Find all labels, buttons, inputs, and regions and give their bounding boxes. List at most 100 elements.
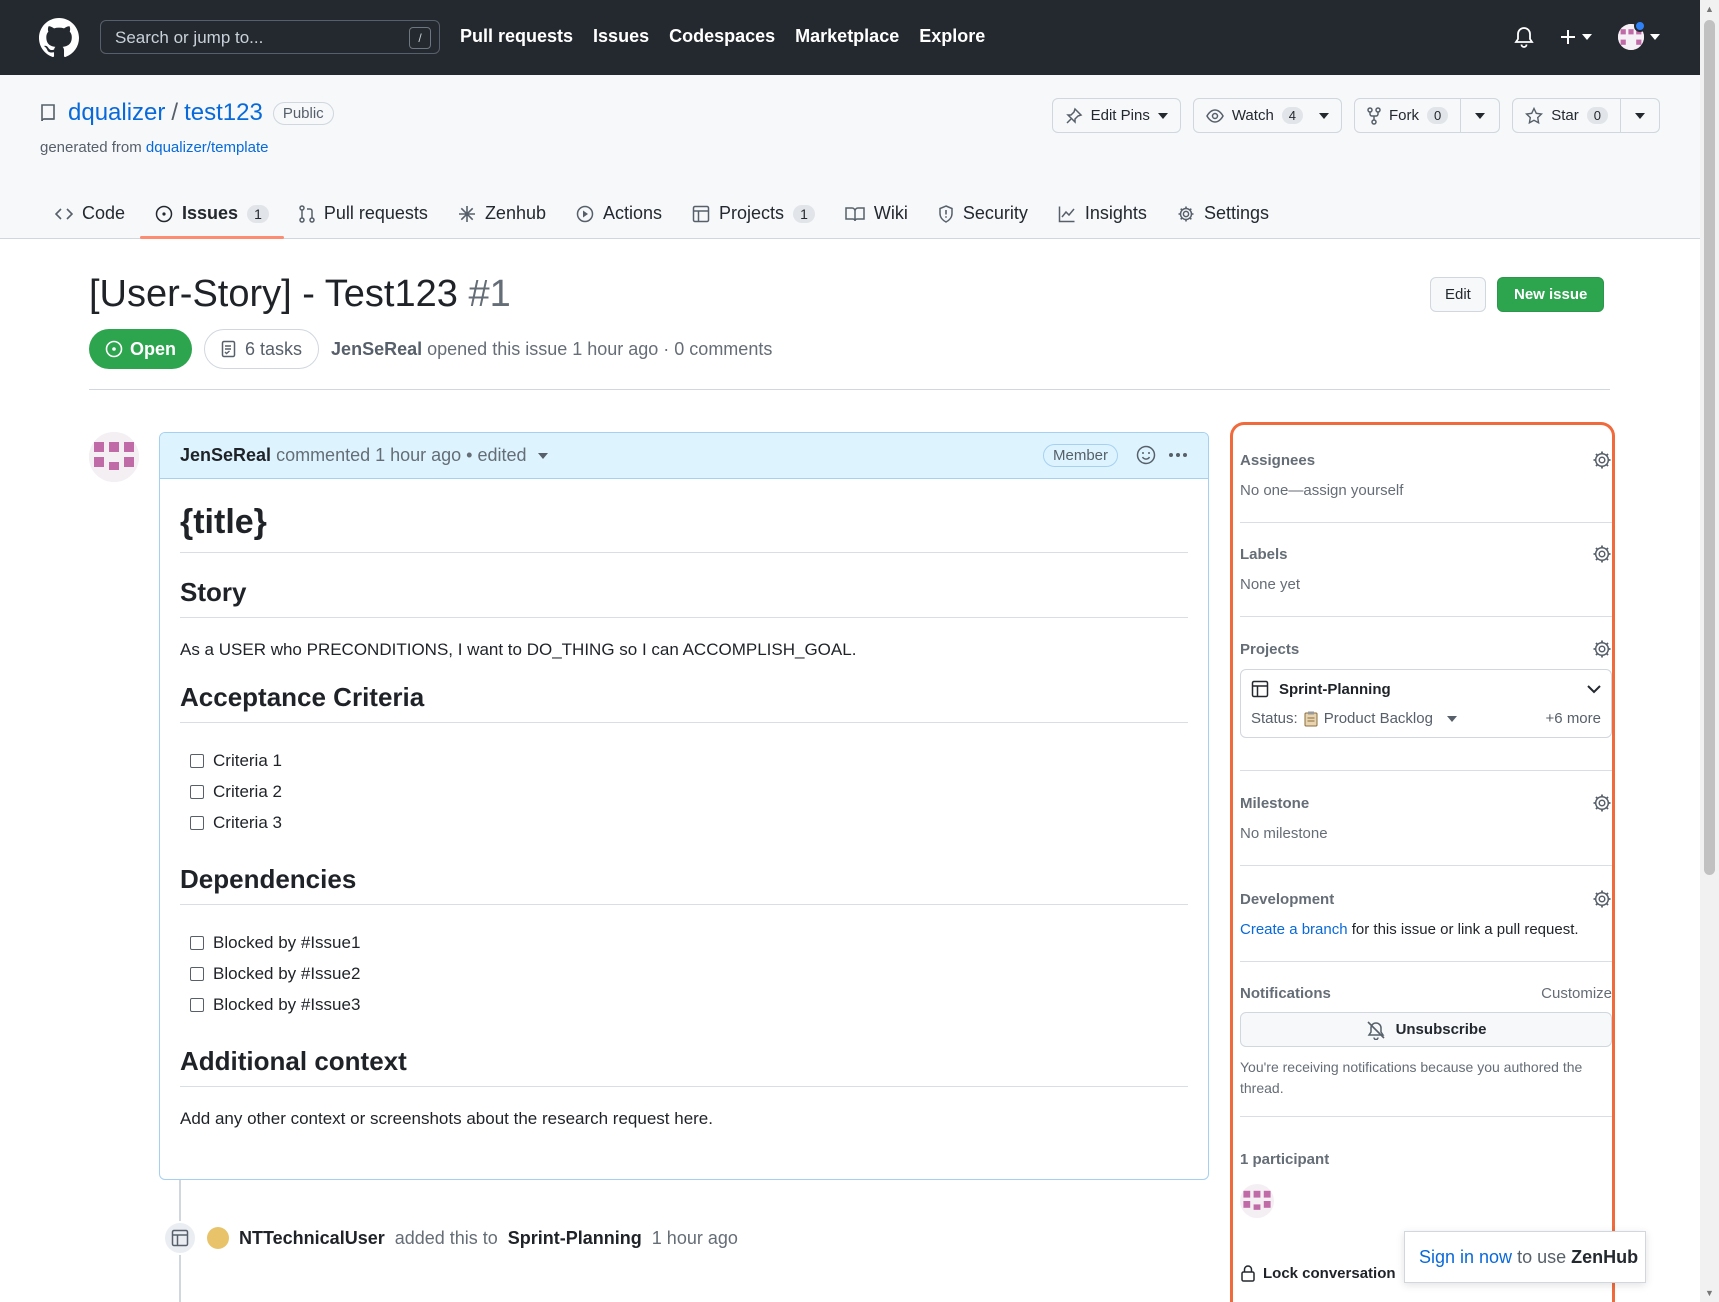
checklist-icon — [221, 340, 236, 358]
scroll-down-icon[interactable]: ▼ — [1705, 1288, 1714, 1298]
gear-icon[interactable] — [1592, 793, 1612, 813]
event-actor[interactable]: NTTechnicalUser — [239, 1228, 385, 1249]
shield-icon — [939, 204, 953, 223]
project-status[interactable]: Product Backlog — [1324, 710, 1433, 727]
vertical-scrollbar[interactable]: ▲ ▼ — [1700, 0, 1719, 1302]
tab-issues[interactable]: Issues 1 — [140, 188, 284, 239]
gear-icon — [1178, 206, 1194, 221]
event-target[interactable]: Sprint-Planning — [508, 1228, 642, 1249]
repo-title: dqualizer / test123 Public — [40, 99, 334, 127]
tab-settings[interactable]: Settings — [1162, 188, 1284, 239]
issue-author[interactable]: JenSeReal — [331, 339, 422, 359]
watch-button[interactable]: Watch 4 — [1192, 98, 1343, 133]
gear-icon[interactable] — [1592, 450, 1612, 470]
task-item: Criteria 1 — [180, 745, 1188, 776]
gear-icon[interactable] — [1592, 544, 1612, 564]
comment-body: {title} Story As a USER who PRECONDITION… — [160, 479, 1208, 1175]
dependencies-heading: Dependencies — [180, 864, 1188, 905]
status-dot — [1634, 20, 1646, 32]
chevron-down-icon[interactable] — [1587, 684, 1601, 694]
fork-dropdown[interactable] — [1461, 98, 1501, 133]
nav-marketplace[interactable]: Marketplace — [795, 26, 899, 47]
star-group: Star 0 — [1512, 98, 1660, 133]
issue-sidebar: Assignees No one—assign yourself Labels … — [1230, 422, 1615, 1302]
nav-pull-requests[interactable]: Pull requests — [460, 26, 573, 47]
gear-icon[interactable] — [1592, 889, 1612, 909]
create-branch-link[interactable]: Create a branch — [1240, 921, 1348, 938]
development-section: Development Create a branch for this iss… — [1240, 889, 1612, 962]
scroll-up-icon[interactable]: ▲ — [1705, 4, 1714, 14]
comment-header: JenSeReal commented 1 hour ago • edited … — [160, 433, 1208, 479]
edit-title-button[interactable]: Edit — [1430, 277, 1486, 312]
clipboard-icon — [1304, 711, 1318, 726]
divider — [89, 389, 1610, 390]
star-icon — [1525, 106, 1544, 124]
table-icon — [163, 1221, 197, 1255]
task-item: Criteria 3 — [180, 807, 1188, 838]
nav-explore[interactable]: Explore — [919, 26, 985, 47]
task-checkbox[interactable] — [190, 815, 204, 830]
assignees-value[interactable]: No one—assign yourself — [1240, 482, 1612, 499]
issue-title: [User-Story] - Test123 #1 — [89, 273, 511, 315]
tab-insights[interactable]: Insights — [1043, 188, 1162, 239]
tab-wiki[interactable]: Wiki — [830, 188, 923, 239]
avatar[interactable] — [89, 432, 139, 482]
avatar[interactable] — [1240, 1184, 1274, 1218]
new-issue-button[interactable]: New issue — [1497, 277, 1605, 312]
smiley-icon[interactable] — [1136, 445, 1156, 465]
repo-tabs: Code Issues 1 Pull requests Zenhub Actio… — [40, 188, 1284, 239]
unsubscribe-button[interactable]: Unsubscribe — [1240, 1012, 1612, 1047]
search-input[interactable]: Search or jump to... / — [100, 20, 440, 54]
user-menu[interactable] — [1618, 20, 1660, 50]
more-fields-link[interactable]: +6 more — [1546, 710, 1601, 727]
acceptance-heading: Acceptance Criteria — [180, 682, 1188, 723]
nav-issues[interactable]: Issues — [593, 26, 649, 47]
avatar[interactable] — [207, 1227, 229, 1249]
tasks-progress[interactable]: 6 tasks — [204, 329, 320, 369]
fork-group: Fork 0 — [1354, 98, 1501, 133]
project-name[interactable]: Sprint-Planning — [1279, 681, 1391, 698]
tab-actions[interactable]: Actions — [561, 188, 677, 239]
gear-icon[interactable] — [1592, 639, 1612, 659]
template-link[interactable]: dqualizer/template — [146, 139, 269, 156]
create-new-dropdown[interactable] — [1560, 29, 1592, 45]
star-dropdown[interactable] — [1621, 98, 1660, 133]
project-card: Sprint-Planning Status: Product Backlog … — [1240, 669, 1612, 738]
kebab-horizontal-icon[interactable] — [1168, 452, 1188, 458]
scrollbar-thumb[interactable] — [1704, 20, 1715, 875]
book-icon — [845, 206, 865, 221]
global-nav: Pull requests Issues Codespaces Marketpl… — [460, 26, 985, 47]
task-checkbox[interactable] — [190, 935, 204, 950]
tab-code[interactable]: Code — [40, 188, 140, 239]
tab-projects[interactable]: Projects 1 — [677, 188, 830, 239]
repo-owner-link[interactable]: dqualizer — [68, 99, 165, 127]
edit-pins-button[interactable]: Edit Pins — [1051, 98, 1181, 133]
context-heading: Additional context — [180, 1046, 1188, 1087]
task-checkbox[interactable] — [190, 966, 204, 981]
tab-zenhub[interactable]: Zenhub — [443, 188, 561, 239]
bell-icon[interactable] — [1514, 26, 1534, 48]
customize-link[interactable]: Customize — [1541, 985, 1612, 1002]
nav-codespaces[interactable]: Codespaces — [669, 26, 775, 47]
task-checkbox[interactable] — [190, 784, 204, 799]
status-dropdown[interactable] — [1446, 715, 1457, 722]
comment-author[interactable]: JenSeReal — [180, 445, 271, 466]
edit-history-dropdown[interactable] — [537, 452, 548, 459]
zenhub-signin-link[interactable]: Sign in now — [1419, 1247, 1512, 1268]
tab-security[interactable]: Security — [923, 188, 1043, 239]
task-item: Blocked by #Issue2 — [180, 958, 1188, 989]
repo-name-link[interactable]: test123 — [184, 99, 263, 127]
lock-conversation-button[interactable]: Lock conversation — [1240, 1264, 1396, 1282]
fork-button[interactable]: Fork 0 — [1354, 98, 1462, 133]
issues-count: 1 — [247, 204, 269, 223]
task-checkbox[interactable] — [190, 753, 204, 768]
development-value: Create a branch for this issue or link a… — [1240, 921, 1579, 938]
github-logo-icon[interactable] — [39, 18, 79, 58]
star-count: 0 — [1586, 107, 1608, 124]
search-shortcut-hint: / — [409, 27, 431, 49]
pin-icon — [1065, 107, 1083, 124]
star-button[interactable]: Star 0 — [1512, 98, 1621, 133]
milestone-section: Milestone No milestone — [1240, 793, 1612, 866]
tab-pull-requests[interactable]: Pull requests — [284, 188, 443, 239]
task-checkbox[interactable] — [190, 997, 204, 1012]
